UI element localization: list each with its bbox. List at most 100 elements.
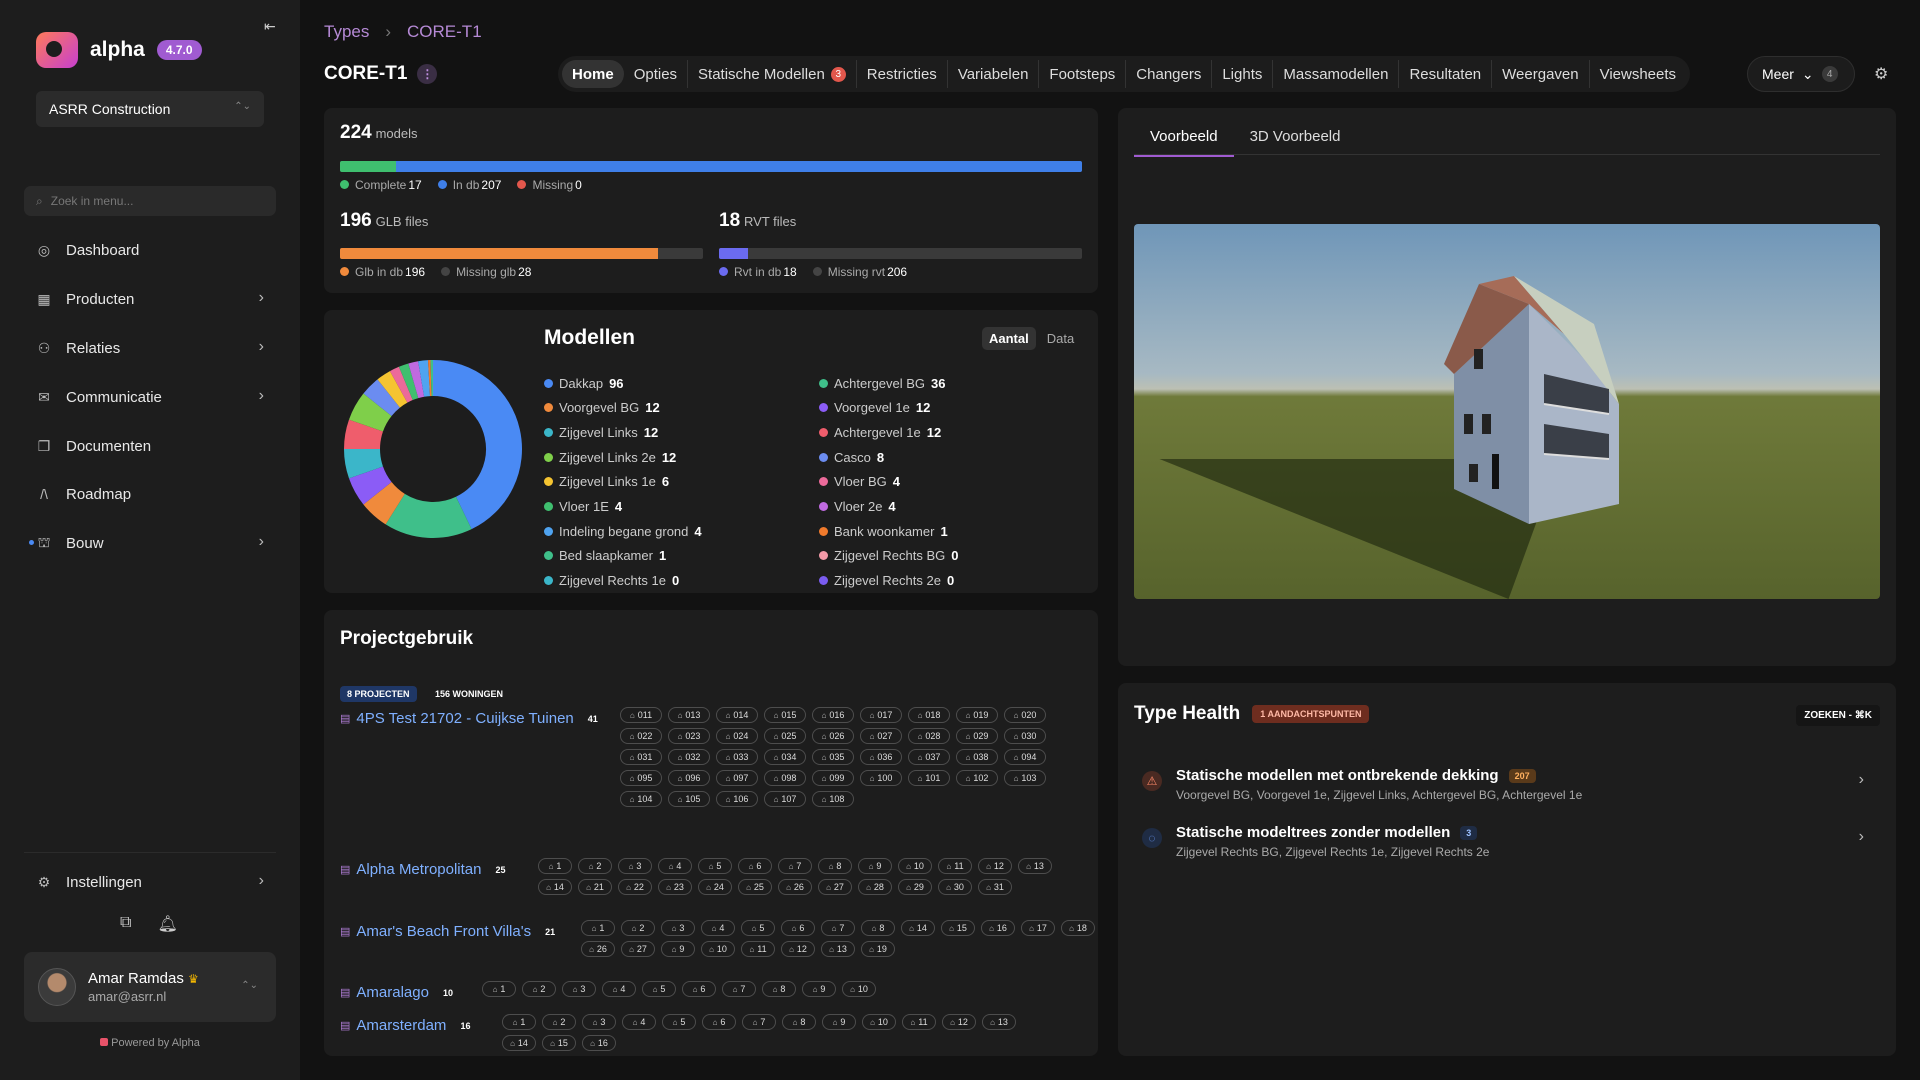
unit-pill[interactable]: ⌂ 016	[812, 707, 854, 723]
unit-pill[interactable]: ⌂ 2	[621, 920, 655, 936]
unit-pill[interactable]: ⌂ 019	[956, 707, 998, 723]
gear-icon[interactable]: ⚙	[1874, 64, 1888, 84]
unit-pill[interactable]: ⌂ 13	[821, 941, 855, 957]
unit-pill[interactable]: ⌂ 15	[941, 920, 975, 936]
unit-pill[interactable]: ⌂ 031	[620, 749, 662, 765]
unit-pill[interactable]: ⌂ 030	[1004, 728, 1046, 744]
tab-viewsheets[interactable]: Viewsheets	[1590, 60, 1686, 88]
donut-slice[interactable]	[344, 419, 384, 450]
menu-search[interactable]: ⌕ Zoek in menu...	[24, 186, 276, 216]
donut-slice[interactable]	[348, 465, 393, 505]
unit-pill[interactable]: ⌂ 3	[562, 981, 596, 997]
unit-pill[interactable]: ⌂ 5	[698, 858, 732, 874]
tab-massamodellen[interactable]: Massamodellen	[1273, 60, 1400, 88]
organization-select[interactable]: ASRR Construction ⌃⌄	[36, 91, 264, 127]
nav-item-relaties[interactable]: ⚇ Relaties ›	[36, 336, 264, 360]
unit-pill[interactable]: ⌂ 027	[860, 728, 902, 744]
unit-pill[interactable]: ⌂ 2	[542, 1014, 576, 1030]
project-link[interactable]: ▤ 4PS Test 21702 - Cuijkse Tuinen 41	[340, 710, 598, 727]
unit-pill[interactable]: ⌂ 9	[802, 981, 836, 997]
donut-slice[interactable]	[377, 371, 408, 408]
unit-pill[interactable]: ⌂ 098	[764, 770, 806, 786]
unit-pill[interactable]: ⌂ 6	[682, 981, 716, 997]
unit-pill[interactable]: ⌂ 099	[812, 770, 854, 786]
unit-pill[interactable]: ⌂ 8	[861, 920, 895, 936]
project-link[interactable]: ▤ Amar's Beach Front Villa's 21	[340, 923, 555, 940]
unit-pill[interactable]: ⌂ 032	[668, 749, 710, 765]
unit-pill[interactable]: ⌂ 26	[778, 879, 812, 895]
donut-slice[interactable]	[363, 379, 401, 417]
unit-pill[interactable]: ⌂ 014	[716, 707, 758, 723]
unit-pill[interactable]: ⌂ 108	[812, 791, 854, 807]
unit-pill[interactable]: ⌂ 6	[738, 858, 772, 874]
unit-pill[interactable]: ⌂ 5	[662, 1014, 696, 1030]
unit-pill[interactable]: ⌂ 104	[620, 791, 662, 807]
unit-pill[interactable]: ⌂ 3	[661, 920, 695, 936]
nav-item-bouw[interactable]: ⛫ Bouw ›	[29, 531, 264, 555]
unit-pill[interactable]: ⌂ 1	[538, 858, 572, 874]
unit-pill[interactable]: ⌂ 011	[620, 707, 662, 723]
health-item-missing-coverage[interactable]: ⚠ Statische modellen met ontbrekende dek…	[1134, 767, 1880, 815]
tab-3d-voorbeeld[interactable]: 3D Voorbeeld	[1234, 122, 1357, 157]
unit-pill[interactable]: ⌂ 037	[908, 749, 950, 765]
nav-item-communicatie[interactable]: ✉ Communicatie ›	[36, 385, 264, 409]
breadcrumb-item[interactable]: CORE-T1	[407, 22, 482, 42]
unit-pill[interactable]: ⌂ 024	[716, 728, 758, 744]
unit-pill[interactable]: ⌂ 14	[502, 1035, 536, 1051]
unit-pill[interactable]: ⌂ 10	[862, 1014, 896, 1030]
bell-icon[interactable]: 🔔︎	[157, 914, 177, 934]
logo[interactable]: alpha 4.7.0	[36, 32, 202, 68]
tab-footsteps[interactable]: Footsteps	[1039, 60, 1127, 88]
toggle-aantal[interactable]: Aantal	[982, 327, 1036, 350]
more-options-icon[interactable]: ⋮	[417, 64, 438, 84]
unit-pill[interactable]: ⌂ 017	[860, 707, 902, 723]
unit-pill[interactable]: ⌂ 035	[812, 749, 854, 765]
toggle-data[interactable]: Data	[1040, 327, 1081, 350]
unit-pill[interactable]: ⌂ 19	[861, 941, 895, 957]
unit-pill[interactable]: ⌂ 1	[482, 981, 516, 997]
unit-pill[interactable]: ⌂ 015	[764, 707, 806, 723]
tab-opties[interactable]: Opties	[624, 60, 689, 88]
unit-pill[interactable]: ⌂ 023	[668, 728, 710, 744]
unit-pill[interactable]: ⌂ 033	[716, 749, 758, 765]
unit-pill[interactable]: ⌂ 036	[860, 749, 902, 765]
unit-pill[interactable]: ⌂ 8	[782, 1014, 816, 1030]
unit-pill[interactable]: ⌂ 028	[908, 728, 950, 744]
unit-pill[interactable]: ⌂ 1	[502, 1014, 536, 1030]
unit-pill[interactable]: ⌂ 5	[642, 981, 676, 997]
tab-lights[interactable]: Lights	[1212, 60, 1274, 88]
unit-pill[interactable]: ⌂ 107	[764, 791, 806, 807]
unit-pill[interactable]: ⌂ 15	[542, 1035, 576, 1051]
unit-pill[interactable]: ⌂ 094	[1004, 749, 1046, 765]
tab-variabelen[interactable]: Variabelen	[948, 60, 1040, 88]
tab-restricties[interactable]: Restricties	[857, 60, 948, 88]
unit-pill[interactable]: ⌂ 10	[701, 941, 735, 957]
unit-pill[interactable]: ⌂ 7	[821, 920, 855, 936]
donut-slice[interactable]	[418, 360, 431, 397]
unit-pill[interactable]: ⌂ 106	[716, 791, 758, 807]
unit-pill[interactable]: ⌂ 8	[818, 858, 852, 874]
unit-pill[interactable]: ⌂ 3	[618, 858, 652, 874]
user-card[interactable]: Amar Ramdas ♛ amar@asrr.nl ⌃⌄	[24, 952, 276, 1022]
donut-slice[interactable]	[348, 393, 393, 433]
unit-pill[interactable]: ⌂ 17	[1021, 920, 1055, 936]
unit-pill[interactable]: ⌂ 14	[538, 879, 572, 895]
unit-pill[interactable]: ⌂ 16	[981, 920, 1015, 936]
unit-pill[interactable]: ⌂ 3	[582, 1014, 616, 1030]
unit-pill[interactable]: ⌂ 5	[741, 920, 775, 936]
unit-pill[interactable]: ⌂ 2	[522, 981, 556, 997]
donut-slice[interactable]	[432, 360, 522, 530]
unit-pill[interactable]: ⌂ 096	[668, 770, 710, 786]
unit-pill[interactable]: ⌂ 28	[858, 879, 892, 895]
unit-pill[interactable]: ⌂ 101	[908, 770, 950, 786]
tab-changers[interactable]: Changers	[1126, 60, 1213, 88]
unit-pill[interactable]: ⌂ 13	[982, 1014, 1016, 1030]
donut-slice[interactable]	[408, 361, 425, 399]
project-link[interactable]: ▤ Amarsterdam 16	[340, 1017, 470, 1034]
tab-resultaten[interactable]: Resultaten	[1399, 60, 1493, 88]
unit-pill[interactable]: ⌂ 21	[578, 879, 612, 895]
tab-home[interactable]: Home	[562, 60, 624, 88]
unit-pill[interactable]: ⌂ 12	[781, 941, 815, 957]
unit-pill[interactable]: ⌂ 30	[938, 879, 972, 895]
tab-statische-modellen[interactable]: Statische Modellen 3	[688, 60, 857, 88]
